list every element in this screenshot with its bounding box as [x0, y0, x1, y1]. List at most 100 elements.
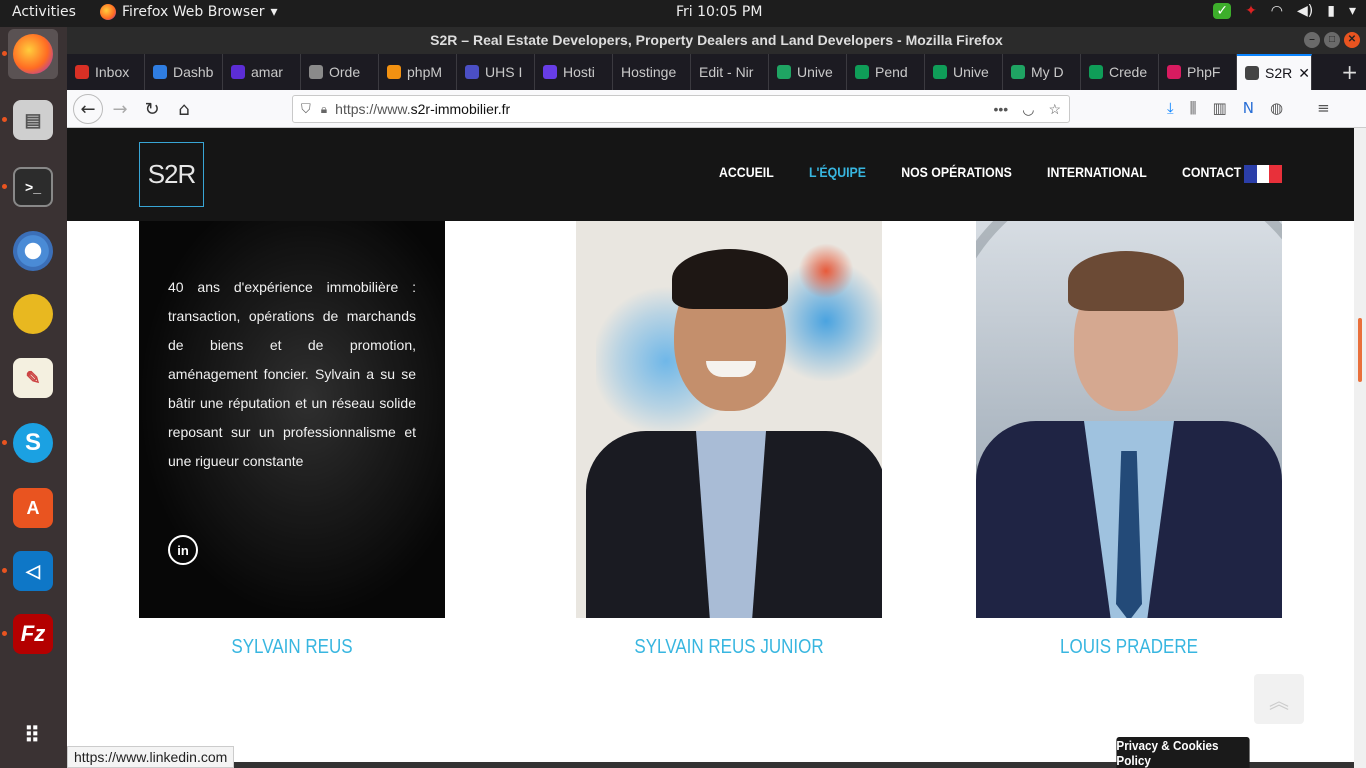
sidebar-icon[interactable]: ▥ — [1213, 99, 1227, 117]
library-icon[interactable]: ⫼ — [1190, 99, 1197, 117]
activities-button[interactable]: Activities — [12, 4, 76, 20]
dock-vscode[interactable]: ◁ — [2, 546, 58, 596]
volume-icon[interactable]: ◀) — [1297, 3, 1313, 19]
favicon-icon — [1089, 65, 1103, 79]
favicon-icon — [465, 65, 479, 79]
window-titlebar: S2R – Real Estate Developers, Property D… — [67, 27, 1366, 54]
tracking-protection-icon[interactable]: ⛉ — [301, 101, 311, 117]
browser-tab[interactable]: PhpF — [1159, 54, 1237, 90]
browser-tab[interactable]: Hosti — [535, 54, 613, 90]
browser-tab[interactable]: Inbox — [67, 54, 145, 90]
dock-text-editor[interactable]: ✎ — [8, 353, 58, 403]
member-name: SYLVAIN REUS JUNIOR — [634, 636, 824, 658]
page-actions-icon[interactable]: ••• — [994, 101, 1009, 118]
forward-button[interactable]: → — [107, 96, 133, 122]
dock-chromium[interactable] — [8, 226, 58, 276]
reload-button[interactable]: ↻ — [139, 96, 165, 122]
dock-software-center[interactable]: A — [8, 483, 58, 533]
favicon-icon — [855, 65, 869, 79]
clock[interactable]: Fri 10:05 PM — [676, 4, 762, 20]
nav-operations[interactable]: NOS OPÉRATIONS — [901, 164, 1012, 180]
page-scrollbar[interactable] — [1354, 128, 1366, 768]
nav-accueil[interactable]: ACCUEIL — [719, 164, 774, 180]
favicon-icon — [1245, 66, 1259, 80]
nav-equipe[interactable]: L'ÉQUIPE — [809, 164, 866, 180]
tab-label: S2R — [1265, 65, 1293, 81]
nav-international[interactable]: INTERNATIONAL — [1047, 164, 1147, 180]
dock-files[interactable]: ▤ — [2, 95, 58, 145]
downloads-icon[interactable]: ⤓ — [1167, 99, 1174, 117]
browser-tab[interactable]: amar — [223, 54, 301, 90]
window-controls: – □ ✕ — [1304, 32, 1360, 48]
favicon-icon — [153, 65, 167, 79]
french-flag-icon[interactable] — [1244, 165, 1283, 183]
browser-tab[interactable]: Orde — [301, 54, 379, 90]
figure-hair — [1068, 251, 1184, 311]
dock-terminal[interactable]: >_ — [2, 162, 58, 212]
update-check-icon[interactable]: ✓ — [1213, 3, 1232, 19]
chevron-down-icon[interactable]: ▾ — [1349, 3, 1356, 19]
menu-icon[interactable]: ≡ — [1317, 99, 1330, 117]
web-page: S2R ACCUEIL L'ÉQUIPE NOS OPÉRATIONS INTE… — [67, 128, 1354, 768]
minimize-button[interactable]: – — [1304, 32, 1320, 48]
tab-label: Unive — [797, 64, 833, 80]
browser-tab[interactable]: Unive — [769, 54, 847, 90]
scrollbar-thumb[interactable] — [1358, 318, 1362, 382]
privacy-cookies-button[interactable]: Privacy & Cookies Policy — [1116, 737, 1250, 768]
dock-firefox[interactable] — [2, 29, 58, 79]
favicon-icon — [1011, 65, 1025, 79]
browser-tab[interactable]: My D — [1003, 54, 1081, 90]
system-tray[interactable]: ✓ ✦ ◠ ◀) ▮ ▾ — [1213, 3, 1356, 19]
dock-teapot-app[interactable] — [8, 289, 58, 339]
favicon-icon — [309, 65, 323, 79]
member-photo[interactable] — [576, 221, 882, 618]
lock-icon[interactable]: 🔒︎ — [321, 102, 327, 117]
browser-tab[interactable]: Hostinge — [613, 54, 691, 90]
team-member-card: LOUIS PRADERE — [976, 221, 1282, 659]
wifi-icon[interactable]: ◠ — [1271, 3, 1283, 19]
firefox-window: S2R – Real Estate Developers, Property D… — [67, 27, 1366, 768]
browser-tab[interactable]: phpM — [379, 54, 457, 90]
window-title: S2R – Real Estate Developers, Property D… — [430, 32, 1003, 48]
maximize-button[interactable]: □ — [1324, 32, 1340, 48]
nav-contact[interactable]: CONTACT — [1182, 164, 1241, 180]
url-bar[interactable]: ⛉ 🔒︎ https://www.s2r-immobilier.fr ••• ◡… — [292, 95, 1070, 123]
browser-tab[interactable]: Pend — [847, 54, 925, 90]
tab-label: Dashb — [173, 64, 214, 80]
app-menu[interactable]: Firefox Web Browser ▾ — [100, 4, 278, 20]
member-photo: 40 ans d'expérience immobilière : transa… — [139, 221, 445, 618]
ubuntu-dock: ▤ >_ ✎ S A ◁ Fz ⠿ — [0, 27, 67, 768]
ubuntu-one-icon[interactable]: ✦ — [1245, 3, 1257, 19]
extension-n-icon[interactable]: N — [1243, 99, 1254, 117]
gnome-top-bar: Activities Firefox Web Browser ▾ Fri 10:… — [0, 0, 1366, 27]
tab-active[interactable]: S2R ✕ — [1237, 54, 1312, 90]
battery-icon[interactable]: ▮ — [1327, 3, 1335, 19]
browser-tab[interactable]: Crede — [1081, 54, 1159, 90]
browser-tab[interactable]: Dashb — [145, 54, 223, 90]
extension-icon[interactable]: ◍ — [1270, 99, 1283, 117]
member-photo[interactable] — [976, 221, 1282, 618]
show-applications-button[interactable]: ⠿ — [8, 711, 58, 761]
close-tab-icon[interactable]: ✕ — [1298, 65, 1310, 82]
close-window-button[interactable]: ✕ — [1344, 32, 1360, 48]
favicon-icon — [75, 65, 89, 79]
url-text[interactable]: https://www.s2r-immobilier.fr — [335, 101, 510, 117]
firefox-icon — [100, 4, 116, 20]
browser-tab[interactable]: Edit - Nir — [691, 54, 769, 90]
favicon-icon — [777, 65, 791, 79]
linkedin-icon[interactable]: in — [168, 535, 198, 565]
browser-tab[interactable]: Unive — [925, 54, 1003, 90]
navigation-toolbar: ← → ↻ ⌂ ⛉ 🔒︎ https://www.s2r-immobilier.… — [67, 90, 1366, 128]
dock-filezilla[interactable]: Fz — [2, 609, 58, 659]
dock-skype[interactable]: S — [2, 418, 58, 468]
home-button[interactable]: ⌂ — [171, 96, 197, 122]
tab-label: Crede — [1109, 64, 1148, 80]
scroll-to-top-button[interactable]: ︽ — [1254, 674, 1304, 724]
tab-label: Unive — [953, 64, 989, 80]
site-logo[interactable]: S2R — [139, 142, 204, 207]
new-tab-button[interactable]: + — [1341, 60, 1358, 84]
browser-tab[interactable]: UHS I — [457, 54, 535, 90]
bookmark-star-icon[interactable]: ☆ — [1048, 101, 1061, 118]
pocket-icon[interactable]: ◡ — [1022, 101, 1034, 118]
back-button[interactable]: ← — [73, 94, 103, 124]
